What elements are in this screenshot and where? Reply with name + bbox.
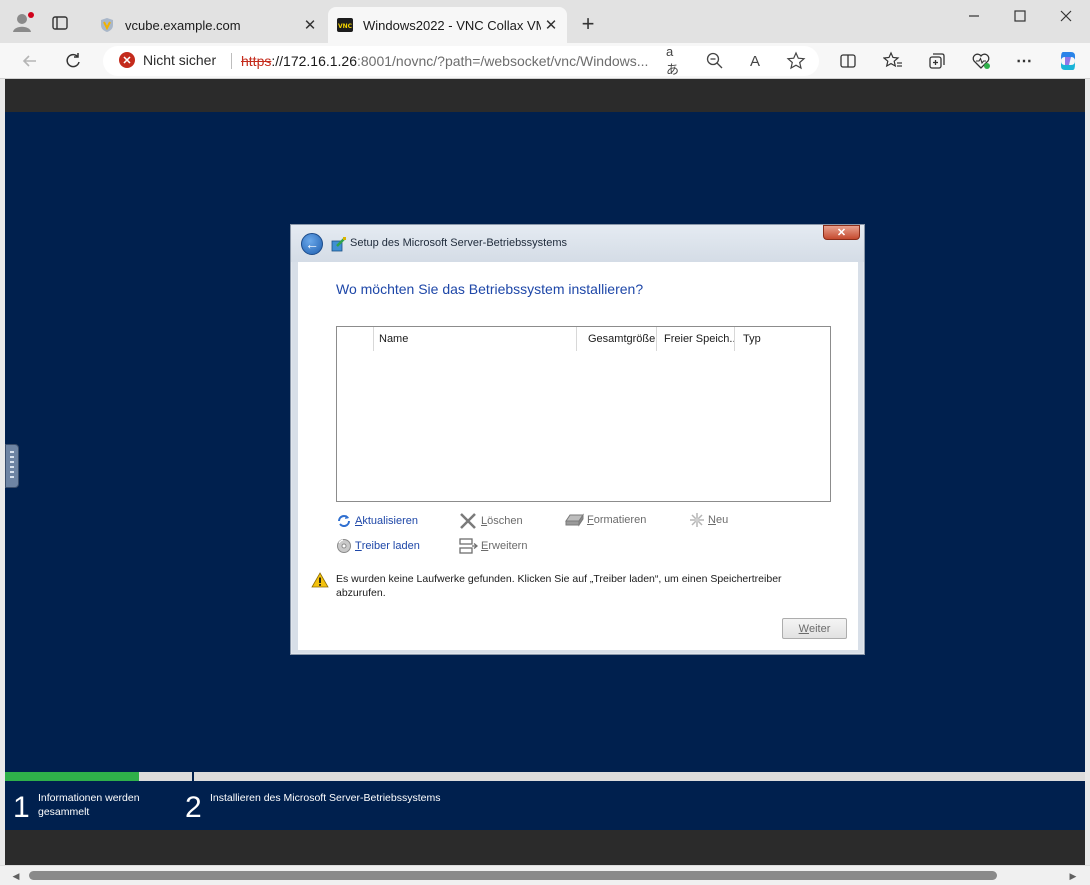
new-link[interactable]: Neu <box>689 512 728 528</box>
column-header-name[interactable]: Name <box>374 327 577 351</box>
tab-title: vcube.example.com <box>125 17 241 33</box>
tab-actions-icon[interactable] <box>51 14 69 32</box>
refresh-key: A <box>355 515 363 527</box>
next-key: W <box>798 622 809 635</box>
vnc-viewport[interactable]: ← Setup des Microsoft Server-Betriebssys… <box>5 79 1085 865</box>
dialog-title-bar: ← Setup des Microsoft Server-Betriebssys… <box>291 225 864 262</box>
scroll-left-icon[interactable]: ◀ <box>9 869 23 883</box>
step-divider <box>192 772 194 781</box>
new-sparkle-icon <box>690 513 704 527</box>
step-1-number: 1 <box>13 791 30 824</box>
handle-grip <box>10 451 14 481</box>
next-label: eiter <box>808 622 831 635</box>
browser-essentials-icon[interactable] <box>971 51 991 71</box>
collections-icon[interactable] <box>927 51 947 71</box>
format-label: ormatieren <box>593 514 647 526</box>
new-tab-icon[interactable]: + <box>578 13 598 35</box>
read-aloud-icon[interactable]: aあ <box>666 44 686 77</box>
column-header-type[interactable]: Typ <box>735 327 830 351</box>
setup-icon <box>331 237 346 252</box>
vnc-icon-text: VNC <box>338 23 353 30</box>
dialog-title: Setup des Microsoft Server-Betriebssyste… <box>350 237 568 249</box>
split-screen-icon[interactable] <box>838 51 858 71</box>
browser-toolbar: ✕ Nicht sicher https://172.16.1.26:8001/… <box>0 43 1090 79</box>
step-2-number: 2 <box>185 791 202 824</box>
reload-icon[interactable] <box>63 51 83 71</box>
tab-vnc[interactable]: VNC Windows2022 - VNC Collax VM - ✕ <box>328 7 567 43</box>
back-icon[interactable] <box>20 51 40 71</box>
next-button[interactable]: Weiter <box>782 618 847 639</box>
extend-key: E <box>481 540 489 552</box>
load-driver-key: T <box>355 540 362 552</box>
column-header-total-size[interactable]: Gesamtgröße <box>577 327 657 351</box>
load-driver-label: reiber laden <box>361 540 420 552</box>
new-label: eu <box>715 514 729 526</box>
column-header-icon[interactable] <box>337 327 374 351</box>
step-2-label: Installieren des Microsoft Server-Betrie… <box>210 792 441 804</box>
back-arrow-icon[interactable]: ← <box>301 233 323 255</box>
vnc-bottom-bar <box>5 830 1085 865</box>
zoom-out-icon[interactable] <box>705 51 725 71</box>
url-host: ://172.16.1.26 <box>271 53 357 69</box>
load-driver-link[interactable]: Treiber laden <box>336 538 420 554</box>
security-label: Nicht sicher <box>143 52 217 68</box>
maximize-icon[interactable] <box>1010 6 1030 26</box>
text-size-icon[interactable]: A <box>745 51 765 71</box>
new-key: N <box>708 514 716 526</box>
url-protocol: https <box>241 53 272 69</box>
address-separator <box>231 53 232 69</box>
address-bar[interactable]: ✕ Nicht sicher https://172.16.1.26:8001/… <box>103 44 819 77</box>
setup-dialog: ← Setup des Microsoft Server-Betriebssys… <box>290 224 865 655</box>
scroll-right-icon[interactable]: ▶ <box>1066 869 1080 883</box>
horizontal-scrollbar[interactable]: ◀ ▶ <box>0 865 1090 885</box>
format-key: F <box>587 514 594 526</box>
setup-steps: 1 Informationen werden gesammelt 2 Insta… <box>5 781 1085 830</box>
url-text[interactable]: https://172.16.1.26:8001/novnc/?path=/we… <box>241 53 648 69</box>
close-window-icon[interactable] <box>1056 6 1076 26</box>
warning-icon <box>311 572 329 588</box>
delete-x-icon <box>460 513 476 529</box>
security-indicator[interactable]: ✕ Nicht sicher <box>119 52 216 68</box>
setup-progress-bar <box>5 772 1085 781</box>
tab-close-icon[interactable]: ✕ <box>541 15 561 35</box>
profile-avatar-icon[interactable] <box>12 11 34 33</box>
extend-link[interactable]: Erweitern <box>458 536 527 556</box>
minimize-icon[interactable] <box>964 6 984 26</box>
url-path: :8001/novnc/?path=/websocket/vnc/Windows… <box>357 53 649 69</box>
delete-label: öschen <box>487 515 523 527</box>
copilot-icon[interactable] <box>1056 49 1080 73</box>
format-link[interactable]: Formatieren <box>564 511 646 529</box>
dialog-heading: Wo möchten Sie das Betriebssystem instal… <box>336 281 644 297</box>
dialog-close-icon[interactable]: ✕ <box>823 225 860 240</box>
extend-icon <box>459 538 478 554</box>
warning-message: Es wurden keine Laufwerke gefunden. Klic… <box>336 573 782 599</box>
disk-list-header: Name Gesamtgröße Freier Speich... Typ <box>337 327 830 351</box>
more-menu-icon[interactable]: ⋯ <box>1014 51 1034 71</box>
remote-desktop[interactable]: ← Setup des Microsoft Server-Betriebssys… <box>5 112 1085 772</box>
favorite-star-icon[interactable] <box>786 51 806 71</box>
tab-close-icon[interactable]: ✕ <box>300 15 320 35</box>
tab-vcube[interactable]: vcube.example.com ✕ <box>90 7 326 43</box>
column-header-free-space[interactable]: Freier Speich... <box>657 327 735 351</box>
step-1-label: Informationen werden gesammelt <box>38 792 140 818</box>
cd-disc-icon <box>337 539 351 553</box>
setup-progress-fill <box>5 772 139 781</box>
scrollbar-thumb[interactable] <box>29 871 997 880</box>
browser-tab-bar: vcube.example.com ✕ VNC Windows2022 - VN… <box>0 0 1090 43</box>
dialog-body: Wo möchten Sie das Betriebssystem instal… <box>298 262 858 650</box>
vnc-icon: VNC <box>337 18 353 32</box>
novnc-control-bar-handle[interactable] <box>5 444 19 488</box>
refresh-label: ktualisieren <box>362 515 418 527</box>
tab-title: Windows2022 - VNC Collax VM - <box>363 17 541 33</box>
disk-list[interactable]: Name Gesamtgröße Freier Speich... Typ <box>336 326 831 502</box>
extend-label: rweitern <box>488 540 528 552</box>
not-secure-icon: ✕ <box>119 52 135 68</box>
favorites-icon[interactable] <box>883 51 903 71</box>
delete-link[interactable]: Löschen <box>458 511 523 531</box>
vnc-top-bar <box>5 79 1085 112</box>
shield-v-icon <box>101 18 113 32</box>
refresh-link[interactable]: Aktualisieren <box>336 513 418 529</box>
refresh-icon <box>338 515 350 527</box>
format-drive-icon <box>565 513 584 527</box>
